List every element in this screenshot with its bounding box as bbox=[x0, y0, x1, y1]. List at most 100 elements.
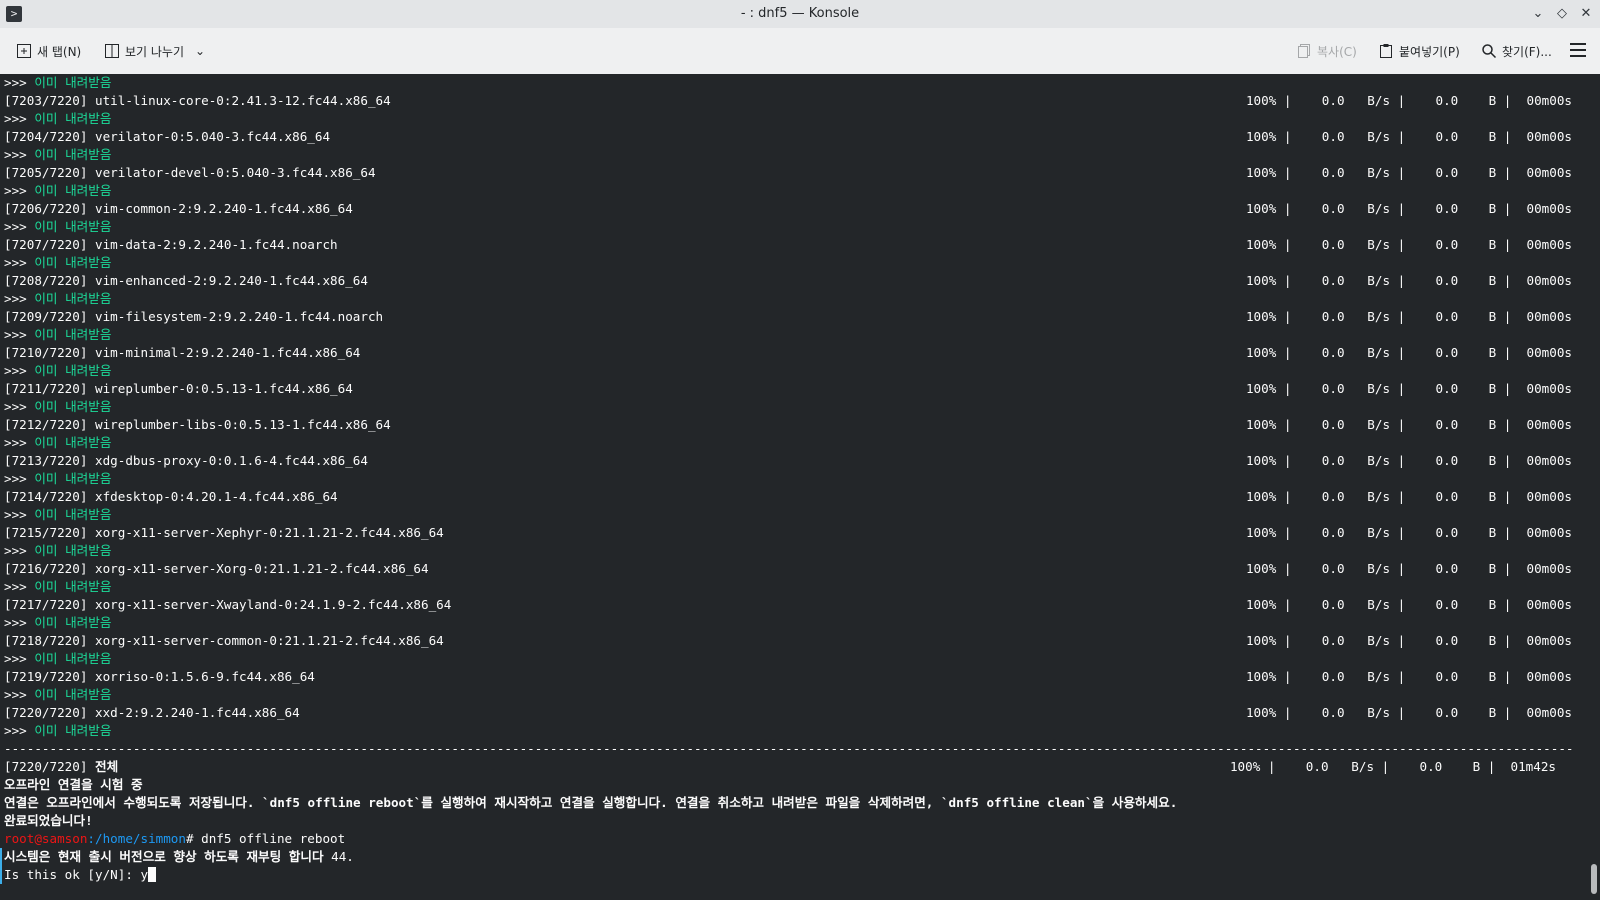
toolbar: 새 탭(N) 보기 나누기 ⌄ 복사(C) 붙여넣기(P) 찾기(F)... bbox=[0, 28, 1600, 75]
package-stats: 100% | 0.0 B/s | 0.0 B | 00m00s bbox=[1245, 201, 1572, 216]
marker-text: >>> bbox=[4, 543, 35, 558]
already-downloaded-line: >>> 이미 내려받음 bbox=[4, 146, 111, 164]
find-button[interactable]: 찾기(F)... bbox=[1481, 40, 1552, 62]
already-downloaded-line: >>> 이미 내려받음 bbox=[4, 398, 111, 416]
package-line: [7220/7220] xxd-2:9.2.240-1.fc44.x86_64 bbox=[4, 704, 300, 722]
already-downloaded-text: 이미 내려받음 bbox=[34, 147, 112, 162]
package-line: [7212/7220] wireplumber-libs-0:0.5.13-1.… bbox=[4, 416, 391, 434]
package-line: [7206/7220] vim-common-2:9.2.240-1.fc44.… bbox=[4, 200, 353, 218]
package-index: [7212/7220] bbox=[4, 417, 88, 432]
package-name: vim-enhanced-2:9.2.240-1.fc44.x86_64 bbox=[87, 273, 368, 288]
package-index: [7216/7220] bbox=[4, 561, 88, 576]
package-name: wireplumber-0:0.5.13-1.fc44.x86_64 bbox=[87, 381, 353, 396]
package-index: [7215/7220] bbox=[4, 525, 88, 540]
package-line: [7207/7220] vim-data-2:9.2.240-1.fc44.no… bbox=[4, 236, 338, 254]
package-stats: 100% | 0.0 B/s | 0.0 B | 00m00s bbox=[1245, 417, 1572, 432]
testing-line: 오프라인 연결을 시험 중 bbox=[4, 777, 143, 792]
paste-button[interactable]: 붙여넣기(P) bbox=[1378, 40, 1460, 62]
package-index: [7218/7220] bbox=[4, 633, 88, 648]
split-view-label: 보기 나누기 bbox=[125, 44, 185, 59]
package-index: [7208/7220] bbox=[4, 273, 88, 288]
package-line: [7210/7220] vim-minimal-2:9.2.240-1.fc44… bbox=[4, 344, 360, 362]
paste-icon bbox=[1378, 43, 1394, 59]
terminal-output[interactable]: >>> 이미 내려받음 [7203/7220] util-linux-core-0… bbox=[0, 74, 1600, 900]
already-downloaded-text: 이미 내려받음 bbox=[34, 327, 112, 342]
already-downloaded-line: >>> 이미 내려받음 bbox=[4, 650, 111, 668]
package-line: [7215/7220] xorg-x11-server-Xephyr-0:21.… bbox=[4, 524, 444, 542]
package-name: vim-common-2:9.2.240-1.fc44.x86_64 bbox=[87, 201, 353, 216]
package-stats: 100% | 0.0 B/s | 0.0 B | 00m00s bbox=[1245, 633, 1572, 648]
new-tab-button[interactable]: 새 탭(N) bbox=[16, 40, 81, 62]
package-name: vim-data-2:9.2.240-1.fc44.noarch bbox=[87, 237, 338, 252]
already-downloaded-text: 이미 내려받음 bbox=[34, 507, 112, 522]
package-stats: 100% | 0.0 B/s | 0.0 B | 00m00s bbox=[1245, 669, 1572, 684]
marker-text: >>> bbox=[4, 615, 35, 630]
already-downloaded-line: >>> 이미 내려받음 bbox=[4, 542, 111, 560]
already-downloaded-line: >>> 이미 내려받음 bbox=[4, 326, 111, 344]
package-name: util-linux-core-0:2.41.3-12.fc44.x86_64 bbox=[87, 93, 391, 108]
package-name: vim-filesystem-2:9.2.240-1.fc44.noarch bbox=[87, 309, 384, 324]
package-line: [7204/7220] verilator-0:5.040-3.fc44.x86… bbox=[4, 128, 330, 146]
chevron-down-icon[interactable]: ⌄ bbox=[195, 44, 205, 58]
marker-text: >>> bbox=[4, 471, 35, 486]
package-index: [7205/7220] bbox=[4, 165, 88, 180]
package-stats: 100% | 0.0 B/s | 0.0 B | 00m00s bbox=[1245, 345, 1572, 360]
already-downloaded-text: 이미 내려받음 bbox=[34, 363, 112, 378]
copy-icon bbox=[1296, 43, 1312, 59]
package-index: [7220/7220] bbox=[4, 705, 88, 720]
split-view-button[interactable]: 보기 나누기 ⌄ bbox=[104, 40, 205, 62]
package-index: [7214/7220] bbox=[4, 489, 88, 504]
already-downloaded-text: 이미 내려받음 bbox=[34, 111, 112, 126]
scrollbar[interactable] bbox=[1591, 864, 1597, 894]
package-name: wireplumber-libs-0:0.5.13-1.fc44.x86_64 bbox=[87, 417, 391, 432]
package-stats: 100% | 0.0 B/s | 0.0 B | 00m00s bbox=[1245, 129, 1572, 144]
total-index: [7220/7220] bbox=[4, 759, 88, 774]
package-stats: 100% | 0.0 B/s | 0.0 B | 00m00s bbox=[1245, 705, 1572, 720]
marker-text: >>> bbox=[4, 183, 35, 198]
package-line: [7203/7220] util-linux-core-0:2.41.3-12.… bbox=[4, 92, 391, 110]
reboot-version: 44. bbox=[323, 849, 354, 864]
package-line: [7208/7220] vim-enhanced-2:9.2.240-1.fc4… bbox=[4, 272, 368, 290]
package-index: [7206/7220] bbox=[4, 201, 88, 216]
close-icon[interactable]: ✕ bbox=[1576, 4, 1596, 24]
done-line: 완료되었습니다! bbox=[4, 813, 93, 828]
already-downloaded-text: 이미 내려받음 bbox=[34, 435, 112, 450]
package-index: [7210/7220] bbox=[4, 345, 88, 360]
package-name: xorg-x11-server-common-0:21.1.21-2.fc44.… bbox=[87, 633, 444, 648]
maximize-icon[interactable]: ◇ bbox=[1552, 4, 1572, 24]
package-name: xxd-2:9.2.240-1.fc44.x86_64 bbox=[87, 705, 300, 720]
already-downloaded-text: 이미 내려받음 bbox=[34, 219, 112, 234]
already-downloaded-text: 이미 내려받음 bbox=[34, 687, 112, 702]
package-line: [7213/7220] xdg-dbus-proxy-0:0.1.6-4.fc4… bbox=[4, 452, 368, 470]
package-index: [7203/7220] bbox=[4, 93, 88, 108]
marker-text: >>> bbox=[4, 75, 35, 90]
prompt-path: :/home/simmon bbox=[87, 831, 186, 846]
title-bar: > - : dnf5 — Konsole ⌄ ◇ ✕ bbox=[0, 0, 1600, 28]
already-downloaded-line: >>> 이미 내려받음 bbox=[4, 182, 111, 200]
marker-text: >>> bbox=[4, 579, 35, 594]
already-downloaded-text: 이미 내려받음 bbox=[34, 651, 112, 666]
minimize-icon[interactable]: ⌄ bbox=[1528, 4, 1548, 24]
copy-button[interactable]: 복사(C) bbox=[1296, 40, 1357, 62]
marker-text: >>> bbox=[4, 219, 35, 234]
already-downloaded-line: >>> 이미 내려받음 bbox=[4, 578, 111, 596]
already-downloaded-line: >>> 이미 내려받음 bbox=[4, 722, 111, 740]
search-icon bbox=[1481, 43, 1497, 59]
reboot-line: 시스템은 현재 출시 버전으로 향상 하도록 재부팅 합니다 44. bbox=[4, 848, 354, 866]
marker-text: >>> bbox=[4, 255, 35, 270]
already-downloaded-line: >>> 이미 내려받음 bbox=[4, 434, 111, 452]
already-downloaded-text: 이미 내려받음 bbox=[34, 579, 112, 594]
separator-line: ----------------------------------------… bbox=[4, 741, 1572, 756]
find-label: 찾기(F)... bbox=[1502, 44, 1552, 59]
total-label: 전체 bbox=[95, 759, 119, 774]
package-index: [7209/7220] bbox=[4, 309, 88, 324]
hamburger-menu-icon[interactable] bbox=[1570, 43, 1586, 57]
already-downloaded-text: 이미 내려받음 bbox=[34, 543, 112, 558]
marker-text: >>> bbox=[4, 723, 35, 738]
package-name: xorg-x11-server-Xephyr-0:21.1.21-2.fc44.… bbox=[87, 525, 444, 540]
already-downloaded-line: >>> 이미 내려받음 bbox=[4, 686, 111, 704]
package-index: [7213/7220] bbox=[4, 453, 88, 468]
confirm-line[interactable]: Is this ok [y/N]: y bbox=[4, 866, 157, 884]
already-downloaded-text: 이미 내려받음 bbox=[34, 255, 112, 270]
package-stats: 100% | 0.0 B/s | 0.0 B | 00m00s bbox=[1245, 489, 1572, 504]
